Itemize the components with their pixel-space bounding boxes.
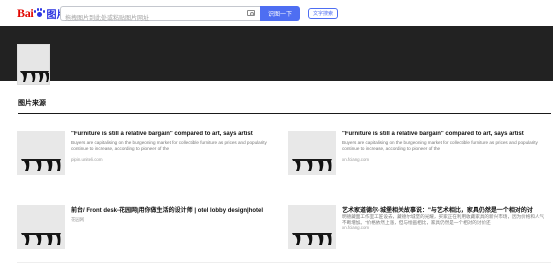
table-image (288, 131, 336, 175)
result-thumbnail[interactable] (288, 205, 336, 249)
table-image (17, 131, 65, 175)
result-description: Buyers are capitalising on the burgeonin… (342, 140, 538, 152)
result-source[interactable]: xn.fciang.com (342, 157, 369, 162)
result-card[interactable]: 艺术家道德尔·城堡相关故事说："与艺术相比，家具仍然是一个相对的讨 明德藏面工作… (288, 205, 544, 249)
result-description: 明德藏面工作室工匠设去，藏德尔城堡的光耀，买家正在利用收藏家具的新兴市场，因为价… (342, 214, 545, 226)
result-title[interactable]: "Furniture is still a relative bargain" … (71, 131, 276, 137)
result-card[interactable]: "Furniture is still a relative bargain" … (17, 131, 272, 175)
result-title[interactable]: "Furniture is still a relative bargain" … (342, 131, 547, 137)
result-source[interactable]: pipin.uniteli.com (71, 157, 102, 162)
text-search-button[interactable]: 文字搜索 (308, 8, 338, 19)
table-image (288, 205, 336, 249)
top-bar: Bai 图片 识图一下 文字搜索 (0, 0, 553, 26)
search-input[interactable] (61, 12, 241, 26)
table-image (17, 205, 65, 249)
result-card[interactable]: "Furniture is still a relative bargain" … (288, 131, 543, 175)
query-image-thumbnail[interactable] (17, 44, 50, 85)
result-thumbnail[interactable] (288, 131, 336, 175)
result-thumbnail[interactable] (17, 205, 65, 249)
bottom-divider (17, 262, 551, 263)
search-box[interactable] (60, 6, 260, 26)
section-divider (18, 113, 551, 114)
result-thumbnail[interactable] (17, 131, 65, 175)
section-title: 图片来源 (18, 100, 46, 107)
result-source[interactable]: xn.fciang.com (342, 225, 369, 230)
paw-icon (34, 8, 46, 18)
search-button[interactable]: 识图一下 (260, 6, 300, 21)
result-title[interactable]: 艺术家道德尔·城堡相关故事说："与艺术相比，家具仍然是一个相对的讨 (342, 205, 547, 214)
result-source[interactable]: 花园网 (71, 217, 84, 223)
camera-icon[interactable] (247, 10, 255, 16)
logo-text-bai: Bai (17, 5, 34, 20)
result-description: Buyers are capitalising on the burgeonin… (71, 140, 267, 152)
result-card[interactable]: 前台/ Front desk-花园网|用你做生活的设计师 | otel lobb… (17, 205, 272, 249)
query-banner (0, 26, 553, 81)
table-image (18, 45, 49, 84)
result-title[interactable]: 前台/ Front desk-花园网|用你做生活的设计师 | otel lobb… (71, 205, 276, 214)
